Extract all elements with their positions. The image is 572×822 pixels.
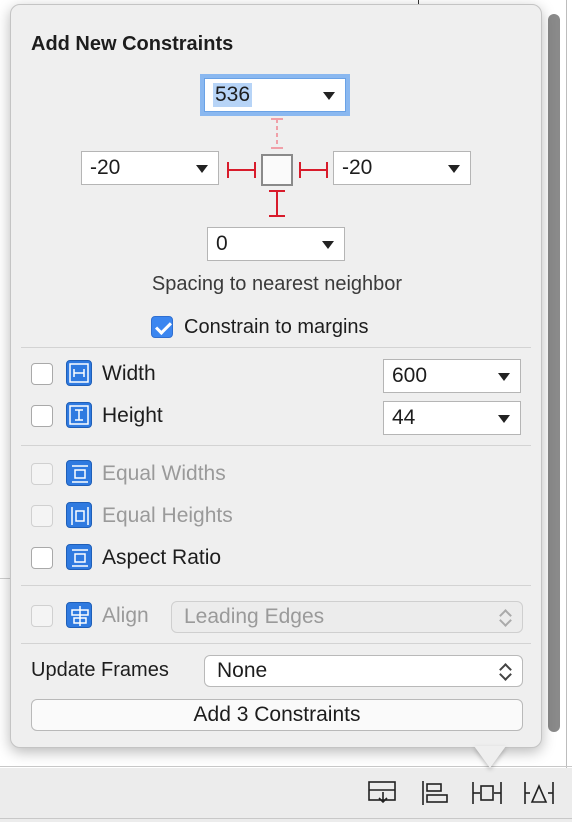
aspect-ratio-label: Aspect Ratio [102,546,222,569]
chevron-down-icon[interactable] [448,165,460,173]
right-spacing-field[interactable]: -20 [333,151,471,185]
equal-widths-icon [66,460,92,486]
chevron-down-icon[interactable] [498,415,510,423]
height-label: Height [102,404,163,427]
right-constraint-icon[interactable] [299,162,328,178]
aspect-ratio-checkbox[interactable] [31,547,53,569]
width-field[interactable]: 600 [383,359,521,393]
top-constraint-icon[interactable] [271,118,283,149]
separator [21,643,531,644]
toolbar-bottom-border [0,818,572,819]
width-label: Width [102,362,156,385]
width-value: 600 [392,364,428,387]
left-spacing-value: -20 [90,156,121,179]
align-icon [66,602,92,628]
update-frames-popup[interactable]: None [204,655,523,687]
height-checkbox[interactable] [31,405,53,427]
height-field[interactable]: 44 [383,401,521,435]
add-constraints-button[interactable]: Add 3 Constraints [31,699,523,731]
align-value: Leading Edges [184,605,325,628]
equal-heights-checkbox[interactable] [31,505,53,527]
height-constraint-icon [66,402,92,428]
add-constraints-popover: Add New Constraints 536 -20 -20 0 Spacin… [10,4,542,748]
height-value: 44 [392,406,416,429]
align-popup[interactable]: Leading Edges [171,601,523,633]
equal-widths-checkbox[interactable] [31,463,53,485]
chevron-down-icon[interactable] [322,241,334,249]
view-placeholder-box [261,154,293,186]
equal-heights-label: Equal Heights [102,504,233,527]
update-frames-label: Update Frames [31,658,169,681]
left-spacing-field[interactable]: -20 [81,151,219,185]
constrain-to-margins-checkbox[interactable] [151,316,173,338]
canvas-edge-line [566,0,567,768]
popover-arrow [474,746,506,768]
width-checkbox[interactable] [31,363,53,385]
separator [21,445,531,446]
align-icon[interactable] [418,778,452,808]
resolve-issues-icon[interactable] [522,778,556,808]
updown-chevron-icon [500,608,512,628]
vertical-scrollbar[interactable] [548,14,560,732]
chevron-down-icon[interactable] [498,373,510,381]
width-constraint-icon [66,360,92,386]
bottom-constraint-icon[interactable] [269,190,285,217]
pin-icon[interactable] [470,778,504,808]
equal-heights-icon [66,502,92,528]
separator [21,347,531,348]
aspect-ratio-icon [66,544,92,570]
equal-widths-label: Equal Widths [102,462,226,485]
spacing-caption: Spacing to nearest neighbor [151,273,403,295]
chevron-down-icon[interactable] [196,165,208,173]
update-frames-value: None [217,659,268,682]
align-label: Align [102,604,149,627]
left-constraint-icon[interactable] [227,162,256,178]
constraint-diagram [227,118,328,217]
right-spacing-value: -20 [342,156,373,179]
stack-icon[interactable] [366,778,400,808]
align-checkbox[interactable] [31,605,53,627]
separator [21,585,531,586]
bottom-spacing-field[interactable]: 0 [207,227,345,261]
bottom-spacing-value: 0 [216,232,228,255]
updown-chevron-icon [500,662,512,682]
constrain-to-margins-label: Constrain to margins [184,315,369,338]
